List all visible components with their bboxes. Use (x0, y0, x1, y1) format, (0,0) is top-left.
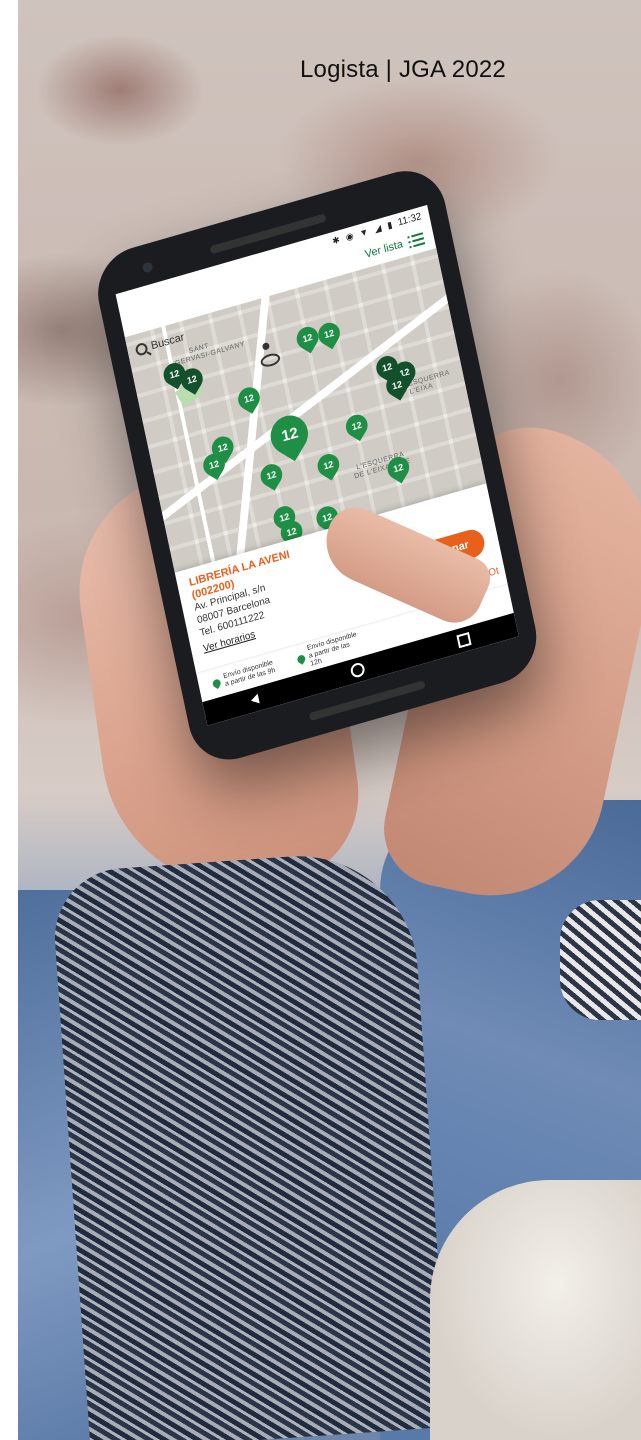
street-view-icon[interactable] (257, 340, 279, 367)
pin-icon (295, 653, 307, 665)
search-bar[interactable]: Buscar (134, 327, 186, 360)
map-road (155, 280, 469, 524)
blanket (430, 1180, 641, 1440)
back-icon[interactable] (250, 693, 260, 706)
list-icon[interactable] (407, 232, 426, 249)
search-input[interactable]: Buscar (150, 331, 185, 352)
map-pin[interactable]: 12 (314, 318, 345, 350)
map-pin-selected[interactable]: 12 (263, 408, 316, 462)
recent-apps-icon[interactable] (456, 631, 472, 648)
home-icon[interactable] (349, 661, 367, 679)
sweater-sleeve (50, 848, 450, 1440)
left-border (0, 0, 18, 1440)
sweater-right-cuff (560, 900, 641, 1020)
camera-icon (141, 261, 154, 274)
view-list-link[interactable]: Ver lista (364, 238, 404, 261)
search-icon (134, 341, 149, 357)
map-pin[interactable]: 12 (313, 449, 344, 481)
caption: Logista | JGA 2022 (300, 56, 506, 83)
pin-icon (211, 677, 223, 689)
phone-screen: ✱ ◉ ▼ ◢ ▮ 11:32 Ver lista Buscar SANT GE… (115, 204, 519, 726)
map-pin[interactable]: 12 (256, 460, 287, 491)
map-pin[interactable]: 12 (341, 410, 372, 442)
